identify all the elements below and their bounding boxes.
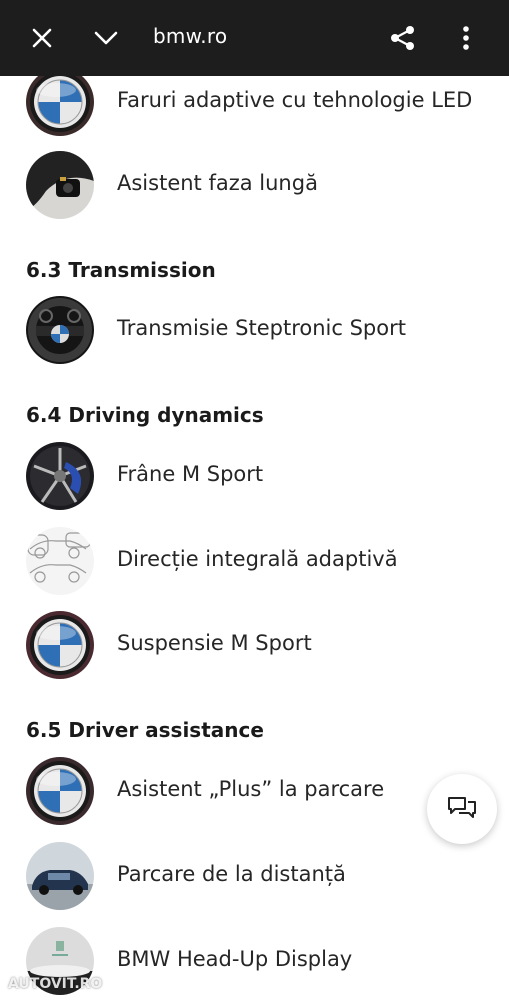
- car-sketch-thumbnail: [26, 527, 94, 595]
- section-title: 6.3 Transmission: [26, 258, 216, 282]
- chat-icon: [448, 797, 476, 818]
- list-item[interactable]: Frâne M Sport: [26, 442, 486, 510]
- list-item[interactable]: Parcare de la distanță: [26, 842, 486, 910]
- chat-button[interactable]: [427, 774, 497, 844]
- watermark: AUTOVIT.RO: [8, 976, 103, 992]
- item-label: BMW Head-Up Display: [117, 947, 353, 971]
- brake-thumbnail: [26, 442, 94, 510]
- list-item[interactable]: Transmisie Steptronic Sport: [26, 296, 486, 364]
- close-icon[interactable]: [22, 18, 62, 58]
- list-item[interactable]: Asistent „Plus” la parcare: [26, 757, 486, 825]
- list-item[interactable]: Asistent faza lungă: [26, 151, 486, 219]
- bmw-logo-thumbnail: [26, 76, 94, 136]
- more-vert-icon[interactable]: [446, 18, 486, 58]
- item-label: Faruri adaptive cu tehnologie LED: [117, 88, 473, 112]
- list-item[interactable]: Faruri adaptive cu tehnologie LED: [26, 76, 486, 136]
- browser-toolbar: bmw.ro: [0, 0, 509, 76]
- section-title: 6.5 Driver assistance: [26, 718, 264, 742]
- item-label: Asistent „Plus” la parcare: [117, 777, 385, 801]
- camera-thumbnail: [26, 151, 94, 219]
- url-text[interactable]: bmw.ro: [153, 24, 227, 48]
- item-label: Parcare de la distanță: [117, 862, 346, 886]
- section-title: 6.4 Driving dynamics: [26, 403, 264, 427]
- chevron-down-icon[interactable]: [86, 18, 126, 58]
- item-label: Direcție integrală adaptivă: [117, 547, 398, 571]
- share-icon[interactable]: [383, 18, 423, 58]
- list-item[interactable]: Direcție integrală adaptivă: [26, 527, 486, 595]
- list-item[interactable]: Suspensie M Sport: [26, 611, 486, 679]
- bmw-logo-thumbnail: [26, 611, 94, 679]
- item-label: Suspensie M Sport: [117, 631, 312, 655]
- steering-wheel-thumbnail: [26, 296, 94, 364]
- item-label: Asistent faza lungă: [117, 171, 318, 195]
- bmw-logo-thumbnail: [26, 757, 94, 825]
- item-label: Frâne M Sport: [117, 462, 264, 486]
- page-content: Faruri adaptive cu tehnologie LED Asiste…: [0, 76, 509, 1000]
- car-photo-thumbnail: [26, 842, 94, 910]
- item-label: Transmisie Steptronic Sport: [117, 316, 406, 340]
